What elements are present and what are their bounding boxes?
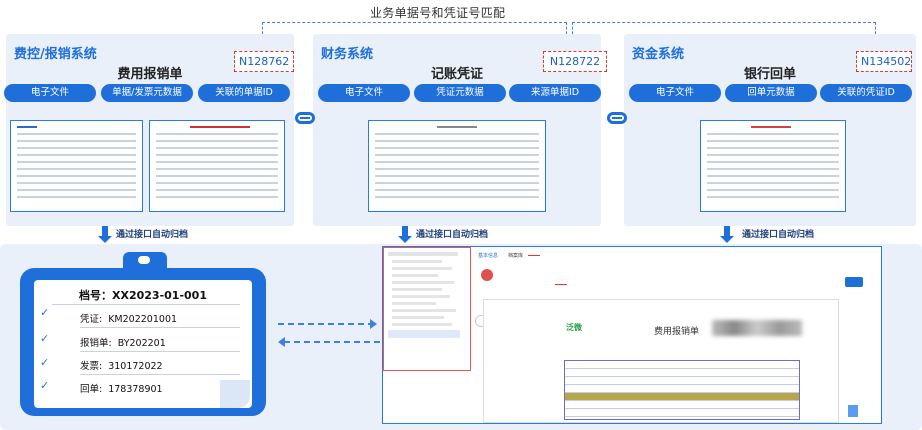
- system-name: 费控/报销系统: [14, 47, 97, 62]
- pill-file: 电子文件: [4, 84, 96, 102]
- pill-metadata: 回单元数据: [725, 84, 817, 102]
- arrow-down-icon: [398, 226, 412, 243]
- divider: [80, 374, 240, 375]
- doc-number: N134502: [856, 51, 912, 72]
- diagram-root: 业务单据号和凭证号匹配 费控/报销系统 费用报销单 N128762 电子文件 单…: [0, 0, 922, 430]
- pill-file: 电子文件: [318, 84, 410, 102]
- row-value: 310172022: [108, 361, 163, 372]
- check-icon: ✓: [40, 379, 50, 392]
- record-row-expense: 报销单: BY202201: [80, 335, 166, 349]
- red-arrow: [555, 284, 567, 285]
- link-icon: [295, 112, 315, 124]
- arrow-down-icon: [720, 226, 734, 243]
- row-value: 178378901: [108, 384, 163, 395]
- expense-form-thumbnail: [10, 120, 143, 212]
- link-icon: [607, 112, 627, 124]
- doc-number: N128722: [543, 51, 607, 72]
- expense-document-preview: 泛微 费用报销单: [483, 299, 839, 423]
- invoice-thumbnail: [149, 120, 285, 212]
- preview-title: 费用报销单: [654, 327, 700, 337]
- system-name: 资金系统: [632, 47, 685, 62]
- row-value: KM202201001: [108, 314, 178, 325]
- clipboard-clip-hole: [138, 256, 150, 264]
- divider: [80, 351, 240, 352]
- preview-table: [564, 360, 800, 420]
- archive-sidebar: [383, 247, 471, 371]
- tab-archive[interactable]: 档案库: [508, 252, 523, 259]
- row-label: 报销单:: [80, 338, 112, 349]
- system-name: 财务系统: [321, 47, 374, 62]
- archive-label: 通过接口自动归档: [742, 230, 815, 240]
- panel-finance-system: 财务系统 记账凭证 N128722 电子文件 凭证元数据 来源单据ID: [313, 34, 607, 226]
- divider: [80, 327, 240, 328]
- row-label: 回单:: [80, 384, 103, 395]
- pill-related-id: 关联的凭证ID: [820, 84, 912, 102]
- check-icon: ✓: [40, 306, 50, 319]
- record-title: 档号：XX2023-01-001: [79, 289, 207, 302]
- brand-logo: 泛微: [566, 323, 582, 332]
- row-value: BY202201: [117, 338, 166, 349]
- arrow-down-icon: [98, 226, 112, 243]
- pill-source-id: 来源单据ID: [509, 84, 601, 102]
- check-icon: ✓: [40, 356, 50, 369]
- red-arrow: [528, 255, 540, 256]
- red-doc-icon: [481, 269, 493, 281]
- scroll-button[interactable]: [848, 405, 858, 417]
- arrowhead-right-icon: [370, 319, 377, 329]
- arrowhead-left-icon: [278, 337, 285, 347]
- pill-metadata: 凭证元数据: [414, 84, 506, 102]
- dashed-arrow-left: [284, 341, 380, 343]
- panel-expense-system: 费控/报销系统 费用报销单 N128762 电子文件 单据/发票元数据 关联的单…: [4, 34, 294, 226]
- page-fold-corner: [220, 380, 250, 408]
- record-row-receipt: 回单: 178378901: [80, 381, 163, 395]
- voucher-thumbnail: [368, 120, 546, 212]
- tab-basic-info[interactable]: 基本信息: [478, 252, 498, 259]
- blurred-header: [712, 320, 802, 336]
- blue-button[interactable]: [845, 277, 863, 287]
- match-label: 业务单据号和凭证号匹配: [370, 6, 506, 20]
- pill-metadata: 单据/发票元数据: [101, 84, 193, 102]
- pill-related-id: 关联的单据ID: [198, 84, 290, 102]
- row-label: 发票:: [80, 361, 103, 372]
- doc-number: N128762: [234, 51, 294, 72]
- archive-label: 通过接口自动归档: [116, 230, 189, 240]
- record-row-voucher: 凭证: KM202201001: [80, 311, 177, 325]
- divider: [52, 304, 240, 305]
- archive-system-screenshot: 基本信息 档案库 泛微 费用报销单: [382, 246, 882, 424]
- panel-treasury-system: 资金系统 银行回单 N134502 电子文件 回单元数据 关联的凭证ID: [624, 34, 916, 226]
- dashed-arrow-right: [278, 323, 374, 325]
- archive-label: 通过接口自动归档: [416, 230, 489, 240]
- bank-receipt-thumbnail: [700, 120, 846, 212]
- record-row-invoice: 发票: 310172022: [80, 358, 163, 372]
- row-label: 凭证:: [80, 314, 103, 325]
- check-icon: ✓: [40, 332, 50, 345]
- pill-file: 电子文件: [629, 84, 721, 102]
